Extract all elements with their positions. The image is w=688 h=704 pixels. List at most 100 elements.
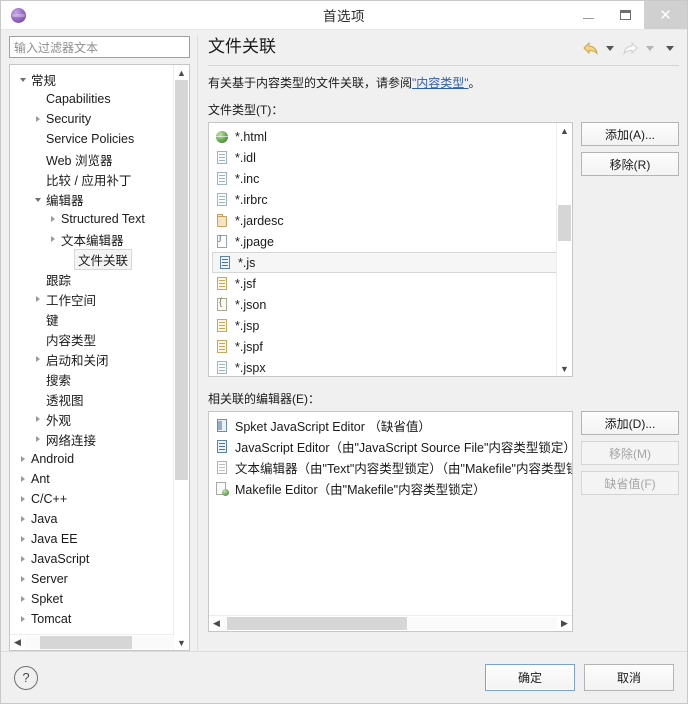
preferences-tree[interactable]: 常规 Capabilities Security Service Policies We…	[10, 65, 189, 634]
file-type-item[interactable]: *.jsp	[209, 315, 572, 336]
chevron-right-icon[interactable]	[46, 209, 59, 229]
tree-scroll-left-icon[interactable]: ◀	[10, 635, 25, 650]
tree-item-8[interactable]: 文本编辑器	[10, 229, 189, 249]
tree-scroll-thumb[interactable]	[175, 80, 188, 480]
chevron-right-icon[interactable]	[16, 529, 29, 549]
tree-item-21[interactable]: C/C++	[10, 489, 189, 509]
tree-scroll-up-icon[interactable]: ▲	[174, 65, 189, 80]
tree-horizontal-scrollbar[interactable]: ◀ ▶	[10, 634, 189, 650]
chevron-right-icon[interactable]	[16, 609, 29, 629]
file-types-scrollbar[interactable]: ▲ ▼	[556, 123, 572, 376]
tree-vertical-scrollbar[interactable]: ▲ ▼	[173, 65, 189, 650]
editor-item[interactable]: Spket JavaScript Editor （缺省值）	[209, 415, 572, 436]
tree-item-5[interactable]: 比较 / 应用补丁	[10, 169, 189, 189]
chevron-right-icon[interactable]	[31, 109, 44, 129]
chevron-right-icon[interactable]	[31, 409, 44, 429]
tree-hscroll-track[interactable]	[25, 636, 174, 649]
editors-horizontal-scrollbar[interactable]: ◀ ▶	[209, 615, 572, 631]
filetypes-scroll-thumb[interactable]	[558, 204, 571, 241]
chevron-right-icon[interactable]	[46, 229, 59, 249]
maximize-button[interactable]	[607, 1, 644, 29]
tree-item-0[interactable]: 常规	[10, 69, 189, 89]
tree-item-14[interactable]: 启动和关闭	[10, 349, 189, 369]
file-types-listbox[interactable]: *.html *.idl *.inc *.irbrc *.jardesc *.jpage *…	[208, 122, 573, 377]
editors-listbox[interactable]: Spket JavaScript Editor （缺省值） JavaScript …	[208, 411, 573, 632]
file-type-item[interactable]: *.irbrc	[209, 189, 572, 210]
tree-hscroll-thumb[interactable]	[39, 636, 133, 649]
editors-scroll-left-icon[interactable]: ◀	[209, 616, 224, 631]
tree-scroll-track[interactable]	[175, 80, 188, 635]
tree-item-27[interactable]: Tomcat	[10, 609, 189, 629]
file-type-item[interactable]: *.inc	[209, 168, 572, 189]
chevron-down-icon[interactable]	[31, 189, 44, 209]
tree-item-3[interactable]: Service Policies	[10, 129, 189, 149]
tree-scroll-down-icon[interactable]: ▼	[174, 635, 189, 650]
chevron-down-icon[interactable]	[16, 69, 29, 89]
chevron-right-icon[interactable]	[16, 449, 29, 469]
file-type-item[interactable]: *.jsf	[209, 273, 572, 294]
file-type-item[interactable]: *.json	[209, 294, 572, 315]
tree-item-2[interactable]: Security	[10, 109, 189, 129]
tree-item-22[interactable]: Java	[10, 509, 189, 529]
editors-hscroll-track[interactable]	[224, 617, 557, 630]
help-icon[interactable]: ?	[14, 665, 38, 690]
view-menu-chevron-down-icon[interactable]	[661, 40, 679, 56]
file-type-item[interactable]: *.idl	[209, 147, 572, 168]
chevron-right-icon[interactable]	[16, 549, 29, 569]
file-type-item[interactable]: *.html	[209, 126, 572, 147]
tree-item-25[interactable]: Server	[10, 569, 189, 589]
tree-item-10[interactable]: 跟踪	[10, 269, 189, 289]
chevron-right-icon[interactable]	[16, 509, 29, 529]
tree-item-15[interactable]: 搜索	[10, 369, 189, 389]
close-button[interactable]: ✕	[644, 1, 687, 29]
tree-item-13[interactable]: 内容类型	[10, 329, 189, 349]
back-dropdown-icon[interactable]	[601, 40, 619, 56]
tree-item-11[interactable]: 工作空间	[10, 289, 189, 309]
button-d-0[interactable]: 添加(D)...	[581, 411, 679, 435]
editors-scroll-right-icon[interactable]: ▶	[557, 616, 572, 631]
forward-dropdown-icon[interactable]	[641, 40, 659, 56]
chevron-right-icon[interactable]	[31, 289, 44, 309]
ok-button[interactable]: 确定	[485, 664, 575, 691]
filter-input[interactable]: 输入过滤器文本	[9, 36, 190, 58]
editor-item[interactable]: Makefile Editor（由"Makefile"内容类型锁定）	[209, 478, 572, 499]
filetypes-scroll-down-icon[interactable]: ▼	[557, 361, 572, 376]
file-type-item[interactable]: *.jspx	[209, 357, 572, 376]
chevron-right-icon[interactable]	[16, 489, 29, 509]
back-arrow-icon[interactable]	[581, 40, 599, 56]
file-type-item[interactable]: *.jardesc	[209, 210, 572, 231]
editor-item[interactable]: JavaScript Editor（由"JavaScript Source Fi…	[209, 436, 572, 457]
file-type-item[interactable]: *.jpage	[209, 231, 572, 252]
tree-item-16[interactable]: 透视图	[10, 389, 189, 409]
chevron-right-icon[interactable]	[16, 469, 29, 489]
tree-item-6[interactable]: 编辑器	[10, 189, 189, 209]
chevron-right-icon[interactable]	[16, 569, 29, 589]
editors-list[interactable]: Spket JavaScript Editor （缺省值） JavaScript …	[209, 412, 572, 615]
file-type-item[interactable]: *.js	[212, 252, 569, 273]
tree-item-17[interactable]: 外观	[10, 409, 189, 429]
file-type-item[interactable]: *.jspf	[209, 336, 572, 357]
button-r-1[interactable]: 移除(R)	[581, 152, 679, 176]
filetypes-scroll-track[interactable]	[558, 138, 571, 361]
editors-hscroll-thumb[interactable]	[227, 617, 408, 630]
tree-item-19[interactable]: Android	[10, 449, 189, 469]
editor-item[interactable]: 文本编辑器（由"Text"内容类型锁定）（由"Makefile"内容类型锁定	[209, 457, 572, 478]
button-a-0[interactable]: 添加(A)...	[581, 122, 679, 146]
tree-item-4[interactable]: Web 浏览器	[10, 149, 189, 169]
tree-item-24[interactable]: JavaScript	[10, 549, 189, 569]
tree-item-18[interactable]: 网络连接	[10, 429, 189, 449]
minimize-button[interactable]	[570, 1, 607, 29]
tree-item-12[interactable]: 键	[10, 309, 189, 329]
content-types-link[interactable]: "内容类型"	[412, 76, 469, 90]
tree-item-7[interactable]: Structured Text	[10, 209, 189, 229]
tree-item-9[interactable]: 文件关联	[10, 248, 189, 270]
filetypes-scroll-up-icon[interactable]: ▲	[557, 123, 572, 138]
tree-item-23[interactable]: Java EE	[10, 529, 189, 549]
file-types-list[interactable]: *.html *.idl *.inc *.irbrc *.jardesc *.jpage *…	[209, 123, 572, 376]
chevron-right-icon[interactable]	[31, 349, 44, 369]
tree-item-1[interactable]: Capabilities	[10, 89, 189, 109]
tree-item-26[interactable]: Spket	[10, 589, 189, 609]
chevron-right-icon[interactable]	[31, 429, 44, 449]
cancel-button[interactable]: 取消	[584, 664, 674, 691]
tree-item-20[interactable]: Ant	[10, 469, 189, 489]
